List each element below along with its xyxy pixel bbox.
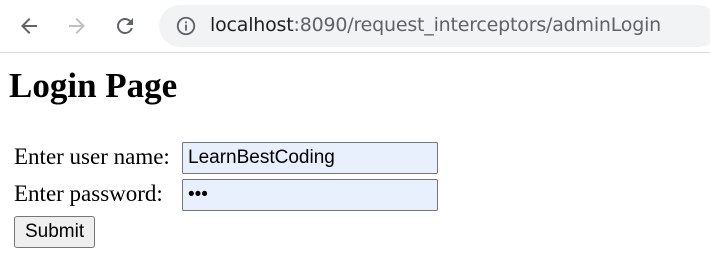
- password-label: Enter password:: [14, 181, 163, 206]
- username-label: Enter user name:: [14, 144, 170, 169]
- page-title: Login Page: [9, 66, 178, 105]
- arrow-right-icon: [69, 18, 85, 34]
- password-input[interactable]: [182, 179, 438, 211]
- password-row: Enter password:: [14, 179, 514, 211]
- url-path: :8090/request_interceptors/adminLogin: [293, 14, 662, 36]
- forward-button[interactable]: [60, 9, 94, 43]
- info-icon[interactable]: [175, 15, 197, 37]
- url-host: localhost: [210, 14, 294, 36]
- username-input[interactable]: [182, 142, 438, 174]
- reload-icon: [117, 18, 133, 34]
- username-row: Enter user name:: [14, 142, 514, 174]
- reload-button[interactable]: [108, 9, 142, 43]
- submit-button[interactable]: Submit: [14, 216, 96, 248]
- address-bar[interactable]: localhost:8090/request_interceptors/admi…: [159, 5, 710, 47]
- url-text[interactable]: localhost:8090/request_interceptors/admi…: [210, 14, 661, 36]
- arrow-left-icon: [21, 18, 37, 34]
- back-button[interactable]: [12, 9, 46, 43]
- browser-toolbar: localhost:8090/request_interceptors/admi…: [0, 0, 710, 53]
